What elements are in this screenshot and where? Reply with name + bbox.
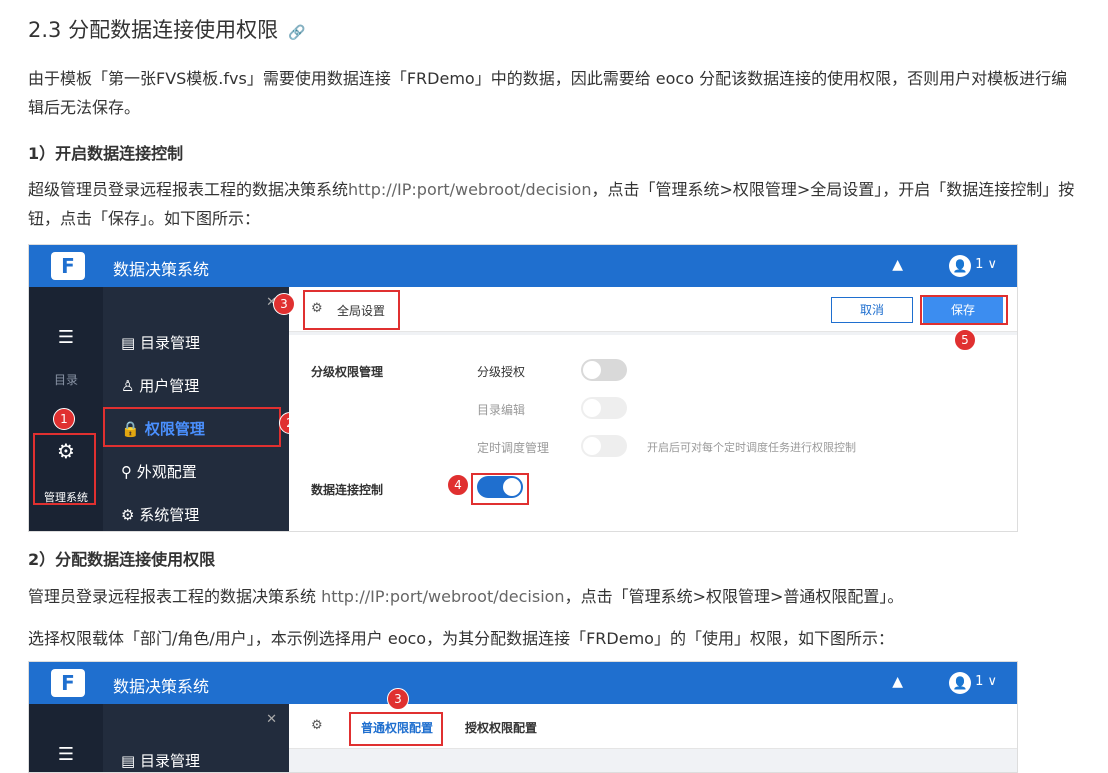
opt-hier-grant: 分级授权 xyxy=(477,365,526,379)
admin-menu-2: ✕ ▤ 目录管理 xyxy=(103,704,289,772)
highlight-save xyxy=(920,295,1008,325)
badge-1: 1 xyxy=(53,408,75,430)
badge-3b: 3 xyxy=(387,688,409,710)
app-logo-icon: F xyxy=(51,252,85,280)
toggle-catalog-edit[interactable] xyxy=(581,397,627,419)
menu-catalog-2[interactable]: ▤ 目录管理 xyxy=(121,750,200,771)
left-rail-2: ☰ xyxy=(29,704,103,772)
step2-paragraph-2: 选择权限载体「部门/角色/用户」，本示例选择用户 eoco，为其分配数据连接「F… xyxy=(28,629,894,648)
list-icon-2[interactable]: ☰ xyxy=(29,744,103,765)
user-menu[interactable]: 1 ∨ xyxy=(975,257,997,272)
opt-schedule: 定时调度管理 xyxy=(477,441,550,455)
section-heading: 2.3 分配数据连接使用权限 🔗 xyxy=(28,18,306,42)
intro-paragraph: 由于模板「第一张FVS模板.fvs」需要使用数据连接「FRDemo」中的数据，因… xyxy=(28,69,1068,117)
app-title-2: 数据决策系统 xyxy=(113,677,210,696)
cancel-button[interactable]: 取消 xyxy=(831,297,913,323)
step1-paragraph: 超级管理员登录远程报表工程的数据决策系统http://IP:port/webro… xyxy=(28,180,1075,228)
screenshot-permission-config: F 数据决策系统 ▲ 👤 1 ∨ ☰ ✕ ▤ 目录管理 ⚙ 普通权限配置 授权权… xyxy=(28,661,1018,773)
perm-gear-icon: ⚙ xyxy=(311,718,323,733)
step1-title: 1）开启数据连接控制 xyxy=(28,144,184,163)
app-topbar: F 数据决策系统 ▲ 👤 1 ∨ xyxy=(29,245,1017,287)
highlight-permissions xyxy=(103,407,281,447)
rail-catalog[interactable]: 目录 xyxy=(29,371,103,388)
badge-4: 4 xyxy=(447,474,469,496)
menu-appearance[interactable]: ⚲ 外观配置 xyxy=(121,461,197,482)
screenshot-global-settings: F 数据决策系统 ▲ 👤 1 ∨ ☰ 目录 ⚙ 管理系统 1 ✕ ▤ 目录管理 … xyxy=(28,244,1018,532)
app-title: 数据决策系统 xyxy=(113,260,210,279)
highlight-normal-tab xyxy=(349,712,443,746)
app-topbar-2: F 数据决策系统 ▲ 👤 1 ∨ xyxy=(29,662,1017,704)
menu-system[interactable]: ⚙ 系统管理 xyxy=(121,504,199,525)
pin-icon-2[interactable]: ✕ xyxy=(266,712,277,727)
user-avatar-icon[interactable]: 👤 xyxy=(949,255,971,277)
opt-catalog-edit: 目录编辑 xyxy=(477,403,526,417)
user-avatar-icon-2[interactable]: 👤 xyxy=(949,672,971,694)
step2-title: 2）分配数据连接使用权限 xyxy=(28,550,216,569)
settings-panel: 分级权限管理 分级授权 目录编辑 定时调度管理 开启后可对每个定时调度任务进行权… xyxy=(289,335,1017,531)
step2-paragraph: 管理员登录远程报表工程的数据决策系统 http://IP:port/webroo… xyxy=(28,587,904,606)
decision-url-2[interactable]: http://IP:port/webroot/decision xyxy=(321,587,564,606)
decision-url[interactable]: http://IP:port/webroot/decision xyxy=(348,180,591,199)
badge-3: 3 xyxy=(273,293,295,315)
bell-icon[interactable]: ▲ xyxy=(892,257,903,273)
tab-grant-permission[interactable]: 授权权限配置 xyxy=(465,719,537,736)
bell-icon-2[interactable]: ▲ xyxy=(892,674,903,690)
list-icon[interactable]: ☰ xyxy=(29,327,103,348)
toggle-schedule[interactable] xyxy=(581,435,627,457)
app-logo-icon-2: F xyxy=(51,669,85,697)
highlight-tab xyxy=(303,290,400,330)
section-hierarchy: 分级权限管理 xyxy=(311,365,384,379)
highlight-admin xyxy=(33,433,96,505)
link-icon[interactable]: 🔗 xyxy=(288,25,305,41)
user-menu-2[interactable]: 1 ∨ xyxy=(975,674,997,689)
menu-catalog[interactable]: ▤ 目录管理 xyxy=(121,332,200,353)
toggle-hier-grant[interactable] xyxy=(581,359,627,381)
schedule-hint: 开启后可对每个定时调度任务进行权限控制 xyxy=(647,441,856,454)
menu-users[interactable]: ♙ 用户管理 xyxy=(121,375,199,396)
highlight-toggle xyxy=(471,473,529,505)
section-datasource: 数据连接控制 xyxy=(311,483,384,497)
badge-5: 5 xyxy=(954,329,976,351)
